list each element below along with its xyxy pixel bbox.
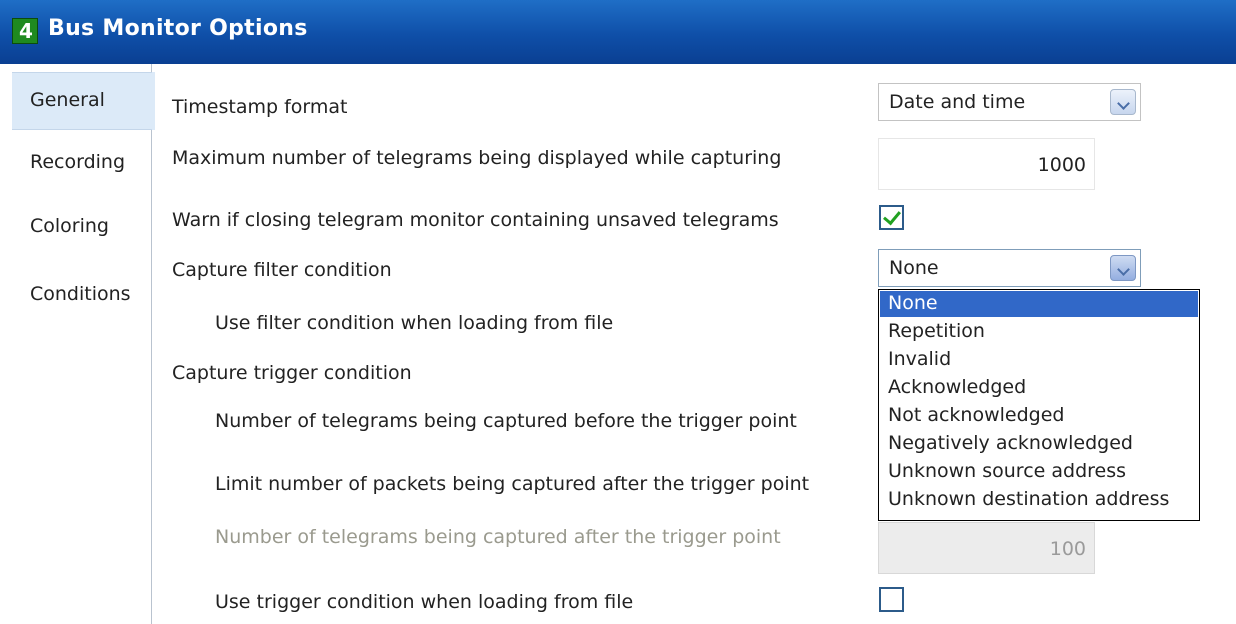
warn-unsaved-checkbox[interactable]: [879, 205, 904, 230]
chevron-down-icon[interactable]: [1110, 89, 1136, 115]
dropdown-option-unknown-source[interactable]: Unknown source address: [880, 459, 1198, 485]
dropdown-option-not-acknowledged[interactable]: Not acknowledged: [880, 403, 1198, 429]
dropdown-option-repetition[interactable]: Repetition: [880, 319, 1198, 345]
app-logo-icon: 4: [12, 18, 38, 44]
before-trigger-label: Number of telegrams being captured befor…: [215, 410, 797, 432]
dropdown-option-negatively-acknowledged[interactable]: Negatively acknowledged: [880, 431, 1198, 457]
use-trigger-file-checkbox[interactable]: [879, 587, 904, 612]
capture-trigger-label: Capture trigger condition: [172, 362, 412, 384]
max-telegrams-value: 1000: [1037, 154, 1086, 176]
sidebar-item-recording[interactable]: Recording: [0, 135, 152, 193]
chevron-down-icon[interactable]: [1110, 255, 1136, 281]
sidebar-item-label: Coloring: [30, 215, 109, 237]
capture-filter-dropdown-list: None Repetition Invalid Acknowledged Not…: [878, 289, 1200, 521]
window-title: Bus Monitor Options: [48, 16, 308, 41]
dropdown-option-invalid[interactable]: Invalid: [880, 347, 1198, 373]
sidebar-item-conditions[interactable]: Conditions: [0, 267, 152, 325]
sidebar-item-general[interactable]: General: [12, 72, 155, 130]
warn-unsaved-label: Warn if closing telegram monitor contain…: [172, 209, 779, 231]
max-telegrams-input[interactable]: 1000: [878, 138, 1095, 190]
sidebar-item-coloring[interactable]: Coloring: [0, 199, 152, 257]
use-filter-file-label: Use filter condition when loading from f…: [215, 312, 614, 334]
sidebar-item-label: Conditions: [30, 283, 131, 305]
timestamp-format-select[interactable]: Date and time: [878, 83, 1141, 121]
capture-filter-value: None: [889, 257, 939, 279]
limit-after-trigger-label: Limit number of packets being captured a…: [215, 473, 810, 495]
dropdown-option-acknowledged[interactable]: Acknowledged: [880, 375, 1198, 401]
after-trigger-label: Number of telegrams being captured after…: [215, 526, 781, 548]
timestamp-format-value: Date and time: [889, 91, 1026, 113]
max-telegrams-label: Maximum number of telegrams being displa…: [172, 147, 782, 169]
capture-filter-select[interactable]: None: [878, 249, 1141, 287]
after-trigger-value: 100: [1049, 538, 1086, 560]
timestamp-format-label: Timestamp format: [172, 96, 348, 118]
sidebar-item-label: Recording: [30, 151, 126, 173]
use-trigger-file-label: Use trigger condition when loading from …: [215, 591, 634, 613]
sidebar-item-label: General: [30, 89, 105, 111]
dropdown-option-unknown-destination[interactable]: Unknown destination address: [880, 487, 1198, 513]
title-bar: 4 Bus Monitor Options: [0, 0, 1236, 64]
dropdown-option-none[interactable]: None: [880, 291, 1198, 317]
capture-filter-label: Capture filter condition: [172, 259, 392, 281]
options-sidebar: General Recording Coloring Conditions: [0, 64, 155, 624]
after-trigger-input[interactable]: 100: [878, 522, 1095, 574]
